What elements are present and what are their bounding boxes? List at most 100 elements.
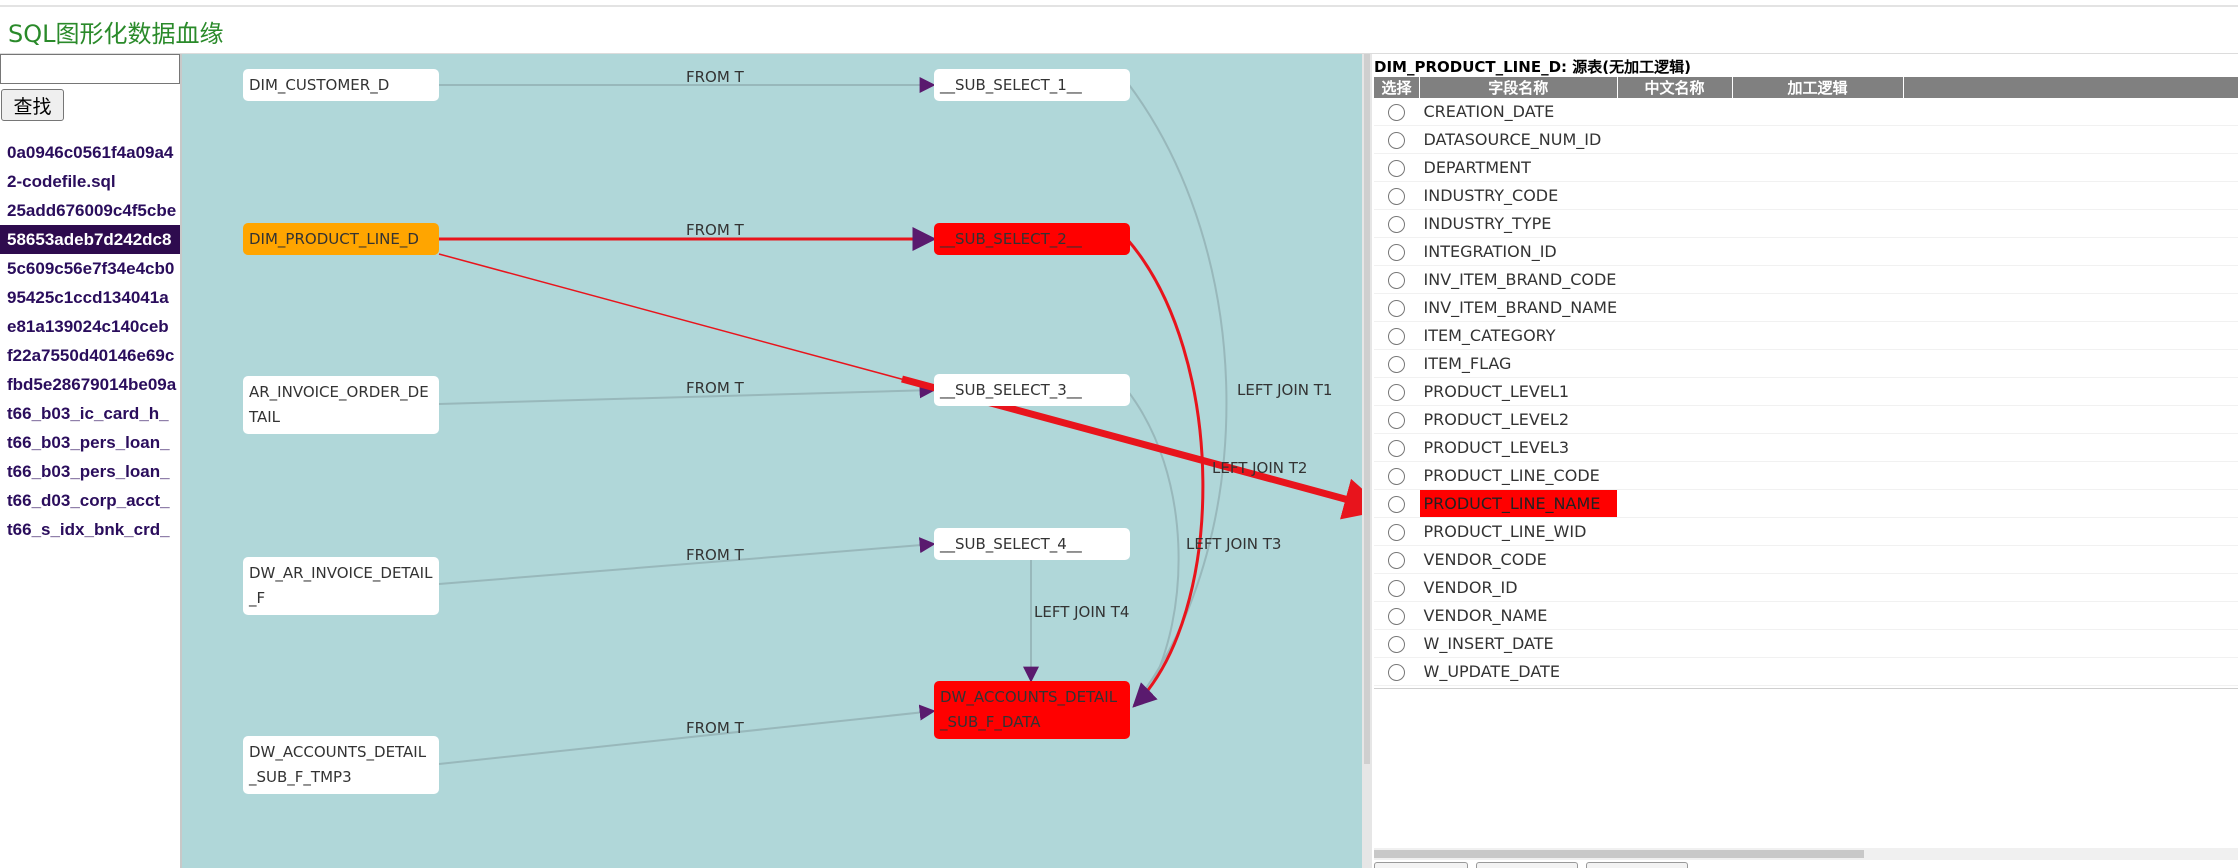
file-list-item[interactable]: 95425c1ccd134041a bbox=[0, 283, 180, 312]
field-row[interactable]: INV_ITEM_BRAND_CODE bbox=[1374, 265, 2238, 294]
file-list-item[interactable]: e81a139024c140ceb bbox=[0, 312, 180, 341]
field-chinese-name-cell bbox=[1617, 293, 1733, 322]
field-select-cell bbox=[1374, 461, 1420, 490]
file-list-item[interactable]: fbd5e28679014be09a bbox=[0, 370, 180, 399]
field-row[interactable]: VENDOR_NAME bbox=[1374, 601, 2238, 630]
file-list-item[interactable]: 25add676009c4f5cbe bbox=[0, 196, 180, 225]
field-select-radio[interactable] bbox=[1388, 552, 1406, 569]
file-list-item[interactable]: f22a7550d40146e69c bbox=[0, 341, 180, 370]
field-row[interactable]: PRODUCT_LINE_CODE bbox=[1374, 461, 2238, 490]
field-select-radio[interactable] bbox=[1388, 328, 1406, 345]
field-select-radio[interactable] bbox=[1388, 412, 1406, 429]
field-name-cell: PRODUCT_LINE_NAME bbox=[1419, 489, 1618, 518]
file-list-item[interactable]: t66_d03_corp_acct_ bbox=[0, 486, 180, 515]
field-select-radio[interactable] bbox=[1388, 132, 1406, 149]
field-select-radio[interactable] bbox=[1388, 384, 1406, 401]
field-filler-cell bbox=[1903, 517, 2238, 546]
field-chinese-name-cell bbox=[1617, 321, 1733, 350]
field-chinese-name-cell bbox=[1617, 489, 1733, 518]
field-table-header: 选择 字段名称 中文名称 加工逻辑 bbox=[1374, 77, 2238, 98]
file-list-item[interactable]: 0a0946c0561f4a09a4 bbox=[0, 138, 180, 167]
field-row[interactable]: DEPARTMENT bbox=[1374, 153, 2238, 182]
field-row[interactable]: ITEM_FLAG bbox=[1374, 349, 2238, 378]
search-button[interactable]: 查找 bbox=[1, 89, 64, 121]
bottom-button-stub[interactable] bbox=[1586, 862, 1688, 868]
field-logic-cell bbox=[1732, 545, 1904, 574]
field-row[interactable]: INDUSTRY_TYPE bbox=[1374, 209, 2238, 238]
panel-splitter[interactable] bbox=[1362, 54, 1372, 868]
field-row[interactable]: ITEM_CATEGORY bbox=[1374, 321, 2238, 350]
edge-label-left-join-t2: LEFT JOIN T2 bbox=[1212, 459, 1308, 477]
field-logic-cell bbox=[1732, 601, 1904, 630]
field-row[interactable]: W_INSERT_DATE bbox=[1374, 629, 2238, 658]
field-logic-cell bbox=[1732, 209, 1904, 238]
field-select-radio[interactable] bbox=[1388, 580, 1406, 597]
column-header-select: 选择 bbox=[1374, 77, 1420, 98]
field-select-radio[interactable] bbox=[1388, 244, 1406, 261]
file-list-item[interactable]: t66_b03_pers_loan_ bbox=[0, 428, 180, 457]
field-row[interactable]: PRODUCT_LEVEL3 bbox=[1374, 433, 2238, 462]
field-select-radio[interactable] bbox=[1388, 636, 1406, 653]
field-chinese-name-cell bbox=[1617, 545, 1733, 574]
file-list-item[interactable]: t66_b03_ic_card_h_ bbox=[0, 399, 180, 428]
field-select-radio[interactable] bbox=[1388, 468, 1406, 485]
field-select-radio[interactable] bbox=[1388, 300, 1406, 317]
field-select-radio[interactable] bbox=[1388, 496, 1406, 513]
file-list-item[interactable]: 5c609c56e7f34e4cb0 bbox=[0, 254, 180, 283]
field-row[interactable]: PRODUCT_LINE_NAME bbox=[1374, 489, 2238, 518]
field-chinese-name-cell bbox=[1617, 237, 1733, 266]
field-row[interactable]: INDUSTRY_CODE bbox=[1374, 181, 2238, 210]
field-select-cell bbox=[1374, 517, 1420, 546]
field-logic-cell bbox=[1732, 405, 1904, 434]
field-chinese-name-cell bbox=[1617, 377, 1733, 406]
node-dim-customer-d[interactable]: DIM_CUSTOMER_D bbox=[243, 69, 439, 101]
field-row[interactable]: INTEGRATION_ID bbox=[1374, 237, 2238, 266]
field-row[interactable]: CREATION_DATE bbox=[1374, 98, 2238, 126]
vertical-scrollbar-thumb[interactable] bbox=[1364, 54, 1370, 764]
file-list: 0a0946c0561f4a09a4 2-codefile.sql 25add676… bbox=[0, 138, 180, 544]
field-select-radio[interactable] bbox=[1388, 440, 1406, 457]
field-select-radio[interactable] bbox=[1388, 356, 1406, 373]
field-row[interactable]: PRODUCT_LINE_WID bbox=[1374, 517, 2238, 546]
field-select-cell bbox=[1374, 349, 1420, 378]
node-dw-ar-invoice-detail-f[interactable]: DW_AR_INVOICE_DETAIL_F bbox=[243, 557, 439, 615]
file-list-item[interactable]: t66_b03_pers_loan_ bbox=[0, 457, 180, 486]
lineage-graph-canvas[interactable]: DIM_CUSTOMER_D DIM_PRODUCT_LINE_D AR_INV… bbox=[182, 54, 1362, 868]
node-dw-accounts-detail-sub-f-tmp3[interactable]: DW_ACCOUNTS_DETAIL_SUB_F_TMP3 bbox=[243, 736, 439, 794]
file-list-item[interactable]: t66_s_idx_bnk_crd_ bbox=[0, 515, 180, 544]
bottom-button-stub[interactable] bbox=[1476, 862, 1578, 868]
field-row[interactable]: INV_ITEM_BRAND_NAME bbox=[1374, 293, 2238, 322]
field-row[interactable]: DATASOURCE_NUM_ID bbox=[1374, 125, 2238, 154]
field-select-radio[interactable] bbox=[1388, 216, 1406, 233]
bottom-button-stub[interactable] bbox=[1374, 862, 1468, 868]
search-input[interactable] bbox=[0, 54, 180, 84]
node-sub-select-1[interactable]: __SUB_SELECT_1__ bbox=[934, 69, 1130, 101]
field-row[interactable]: PRODUCT_LEVEL1 bbox=[1374, 377, 2238, 406]
node-sub-select-2[interactable]: __SUB_SELECT_2__ bbox=[934, 223, 1130, 255]
horizontal-scrollbar[interactable] bbox=[1374, 848, 2238, 860]
node-sub-select-3[interactable]: __SUB_SELECT_3__ bbox=[934, 374, 1130, 406]
field-select-radio[interactable] bbox=[1388, 664, 1406, 681]
edge-label-from: FROM T bbox=[686, 546, 744, 564]
horizontal-scrollbar-thumb[interactable] bbox=[1374, 850, 1864, 858]
edge-label-from: FROM T bbox=[686, 68, 744, 86]
field-row[interactable]: W_UPDATE_DATE bbox=[1374, 657, 2238, 686]
node-sub-select-4[interactable]: __SUB_SELECT_4__ bbox=[934, 528, 1130, 560]
field-select-radio[interactable] bbox=[1388, 188, 1406, 205]
field-select-radio[interactable] bbox=[1388, 524, 1406, 541]
field-select-radio[interactable] bbox=[1388, 608, 1406, 625]
field-select-radio[interactable] bbox=[1388, 272, 1406, 289]
field-filler-cell bbox=[1903, 125, 2238, 154]
field-select-radio[interactable] bbox=[1388, 160, 1406, 177]
node-ar-invoice-order-detail[interactable]: AR_INVOICE_ORDER_DETAIL bbox=[243, 376, 439, 434]
field-row[interactable]: PRODUCT_LEVEL2 bbox=[1374, 405, 2238, 434]
field-row[interactable]: VENDOR_ID bbox=[1374, 573, 2238, 602]
field-row[interactable]: VENDOR_CODE bbox=[1374, 545, 2238, 574]
file-list-item[interactable]: 58653adeb7d242dc8 bbox=[0, 225, 180, 254]
node-dw-accounts-detail-sub-f-data[interactable]: DW_ACCOUNTS_DETAIL_SUB_F_DATA bbox=[934, 681, 1130, 739]
node-dim-product-line-d[interactable]: DIM_PRODUCT_LINE_D bbox=[243, 223, 439, 255]
field-table: 选择 字段名称 中文名称 加工逻辑 CREATION_DATE DATASOURC… bbox=[1374, 77, 2238, 686]
file-list-item[interactable]: 2-codefile.sql bbox=[0, 167, 180, 196]
field-select-radio[interactable] bbox=[1388, 104, 1406, 121]
field-select-cell bbox=[1374, 265, 1420, 294]
